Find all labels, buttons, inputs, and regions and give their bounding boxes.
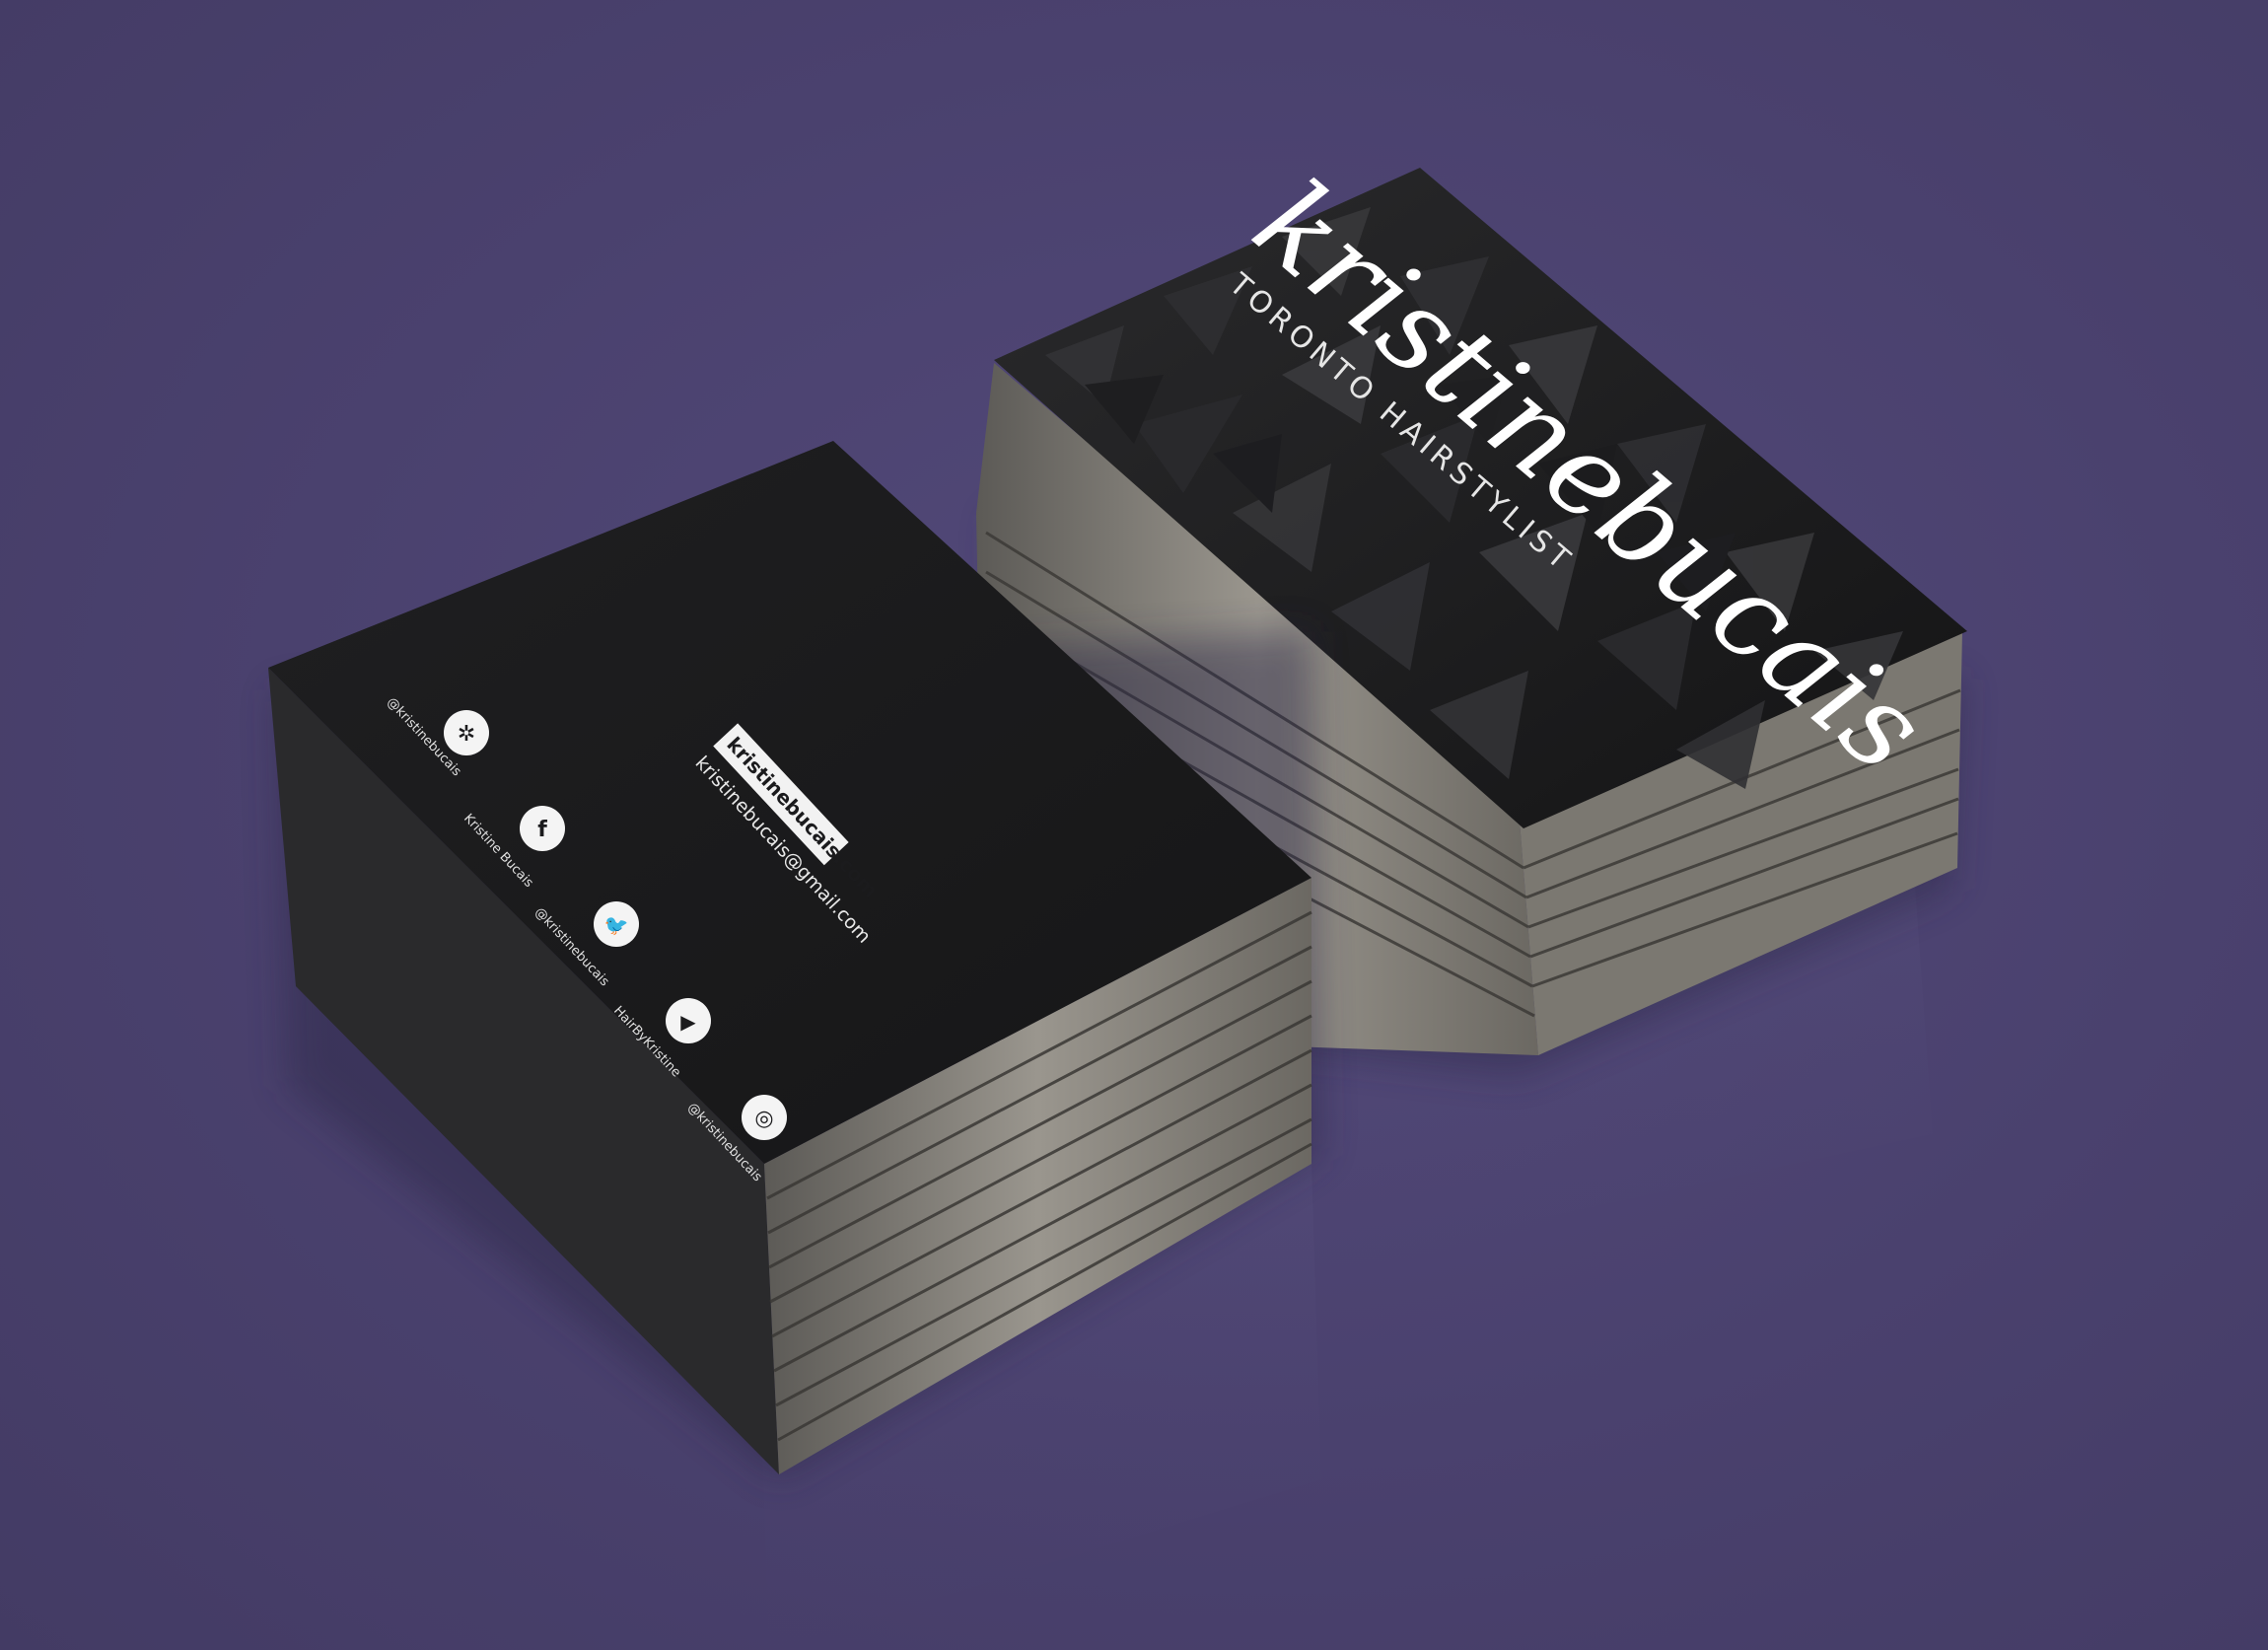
instagram-glyph: ◎ (754, 1107, 773, 1131)
facebook-glyph: f (537, 818, 547, 842)
product-mockup-scene: kristinebucais TORONTO HAIRSTYLIST krist… (0, 0, 2268, 1650)
twitter-glyph: 🐦 (604, 913, 629, 937)
yelp-glyph: ✲ (458, 722, 475, 747)
youtube-glyph: ▶ (680, 1010, 696, 1034)
mockup-artwork: kristinebucais TORONTO HAIRSTYLIST krist… (268, 154, 1967, 1650)
